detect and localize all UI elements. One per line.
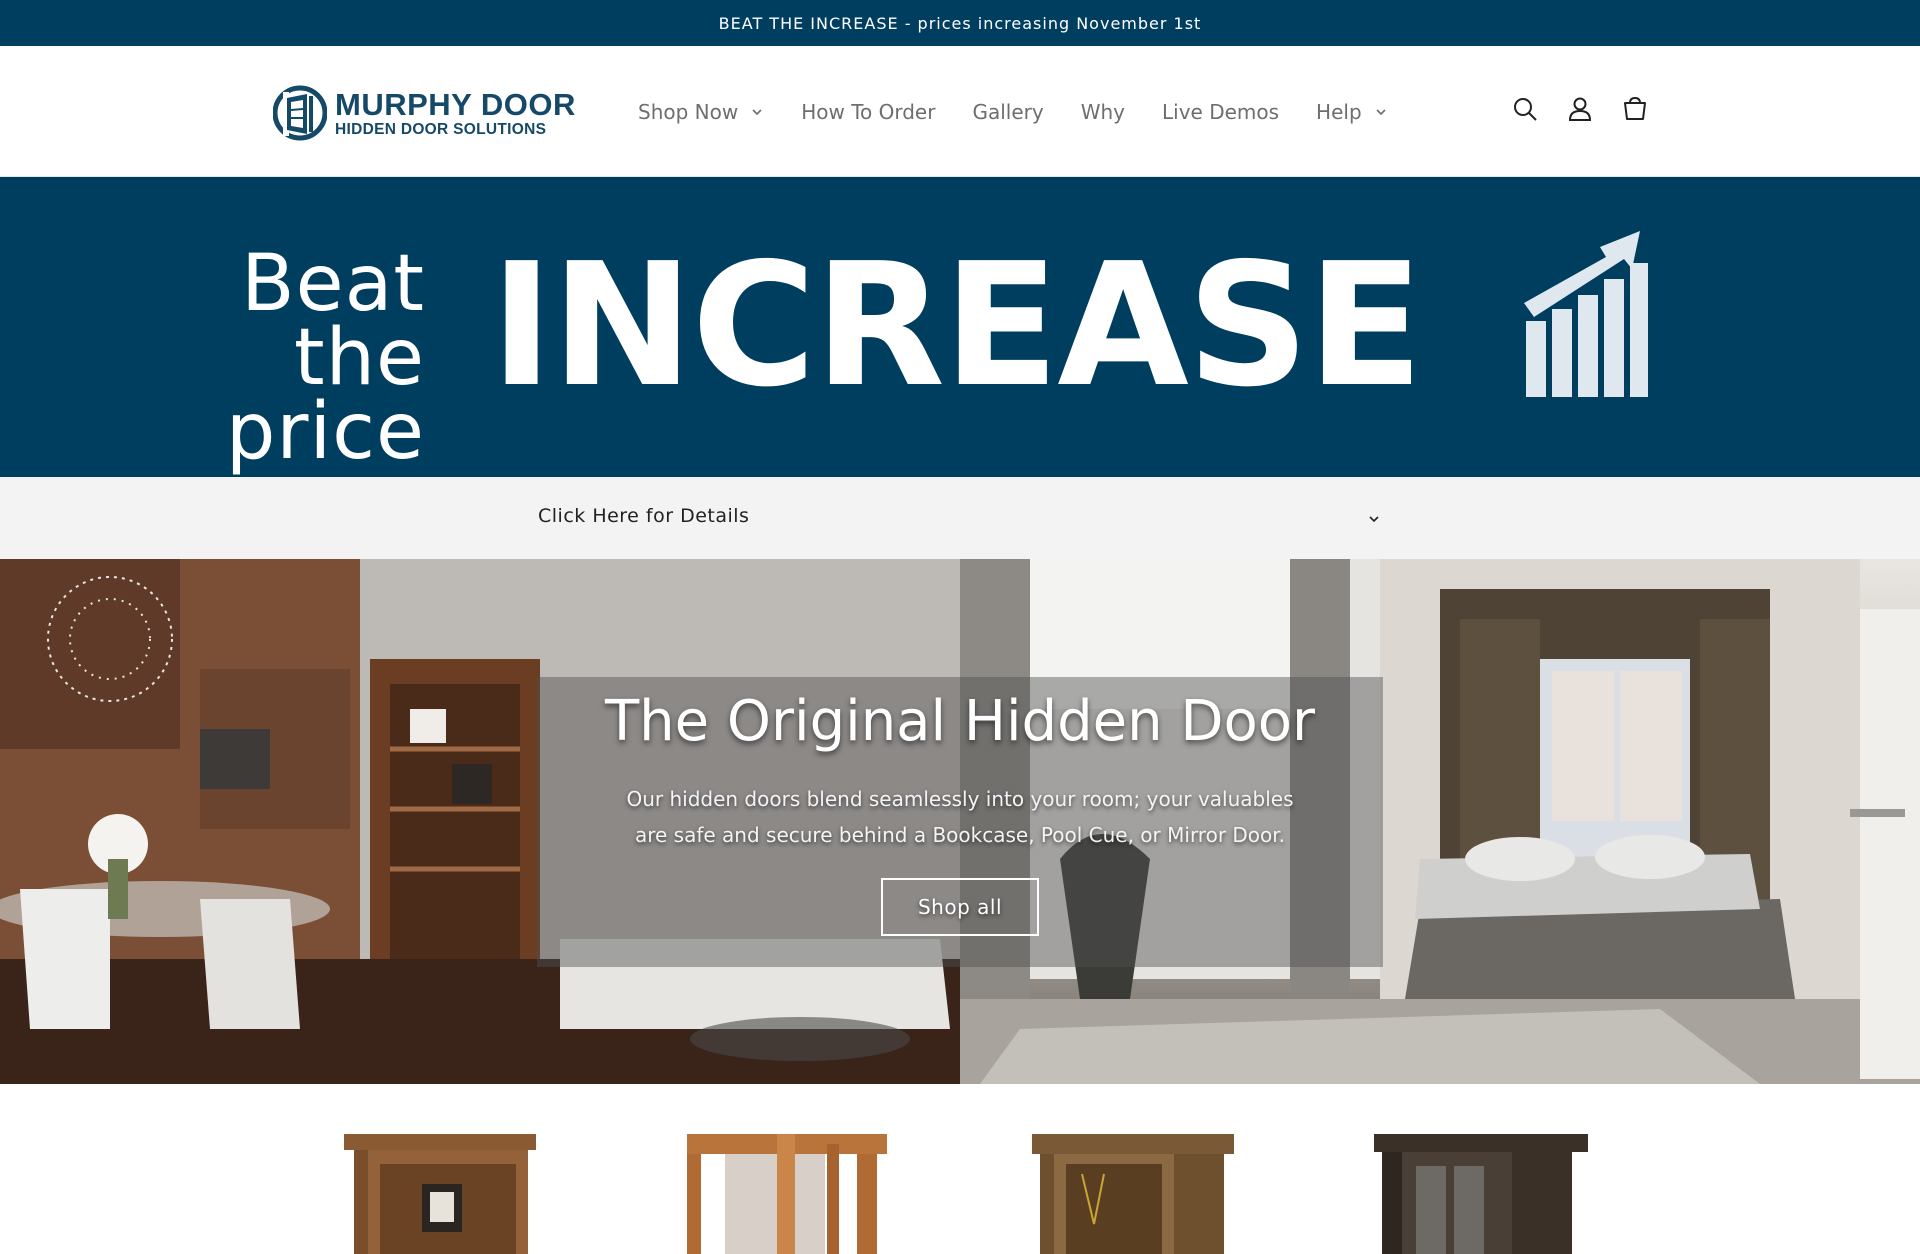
nav-how-to-order-label: How To Order — [801, 100, 936, 124]
murphy-door-logo-icon — [273, 85, 327, 141]
header-icons — [1510, 94, 1650, 124]
banner-beat-the-price: Beat the price — [90, 239, 425, 477]
nav-help[interactable]: Help — [1316, 100, 1388, 124]
flush-mount-door-product[interactable] — [687, 1134, 887, 1254]
hero-subtitle-line1: Our hidden doors blend seamlessly into y… — [626, 787, 1294, 811]
nav-shop-now-label: Shop Now — [638, 100, 739, 124]
search-button[interactable] — [1510, 94, 1540, 124]
bookcase-door-product[interactable] — [344, 1134, 536, 1254]
search-icon — [1514, 98, 1537, 121]
nav-how-to-order[interactable]: How To Order — [801, 100, 935, 124]
nav-live-demos[interactable]: Live Demos — [1162, 100, 1279, 124]
promo-banner[interactable]: Beat the price INCREASE — [0, 177, 1920, 477]
details-label: Click Here for Details — [538, 505, 750, 527]
hero-subtitle-line2: are safe and secure behind a Bookcase, P… — [634, 823, 1286, 847]
account-icon — [1568, 97, 1592, 121]
hero-title: The Original Hidden Door — [604, 689, 1316, 754]
account-button[interactable] — [1565, 94, 1595, 124]
logo-line1: MURPHY DOOR — [335, 86, 576, 122]
product-row — [0, 1084, 1920, 1254]
dark-door-product[interactable] — [1374, 1134, 1588, 1254]
site-header: MURPHY DOOR HIDDEN DOOR SOLUTIONS Shop N… — [0, 46, 1920, 177]
main-nav: Shop Now How To Order Gallery Why Live D… — [638, 98, 1425, 126]
chevron-down-icon — [1376, 109, 1386, 116]
banner-headline: INCREASE — [490, 227, 1423, 425]
nav-gallery[interactable]: Gallery — [972, 100, 1043, 124]
announcement-text: BEAT THE INCREASE - prices increasing No… — [718, 13, 1202, 33]
site-logo[interactable]: MURPHY DOOR HIDDEN DOOR SOLUTIONS — [273, 82, 583, 144]
cart-button[interactable] — [1620, 94, 1650, 124]
nav-shop-now[interactable]: Shop Now — [638, 100, 764, 124]
nav-gallery-label: Gallery — [972, 100, 1044, 124]
cart-icon — [1624, 96, 1646, 120]
logo-line2: HIDDEN DOOR SOLUTIONS — [335, 120, 547, 138]
hero-subtitle: Our hidden doors blend seamlessly into y… — [560, 781, 1360, 853]
details-accordion[interactable]: Click Here for Details — [0, 477, 1920, 559]
chevron-down-icon — [752, 109, 762, 116]
banner-line1: Beat the — [241, 239, 425, 403]
chevron-down-icon — [1369, 516, 1379, 523]
announcement-bar: BEAT THE INCREASE - prices increasing No… — [0, 0, 1920, 46]
hero-section: The Original Hidden Door Our hidden door… — [0, 559, 1920, 1084]
rising-chart-icon — [1524, 231, 1648, 397]
shop-all-button[interactable]: Shop all — [881, 878, 1039, 936]
nav-live-demos-label: Live Demos — [1162, 100, 1280, 124]
nav-why[interactable]: Why — [1081, 100, 1125, 124]
nav-help-label: Help — [1316, 100, 1362, 124]
pool-cue-door-product[interactable] — [1032, 1134, 1234, 1254]
nav-why-label: Why — [1080, 100, 1125, 124]
banner-line2: price — [225, 387, 425, 477]
